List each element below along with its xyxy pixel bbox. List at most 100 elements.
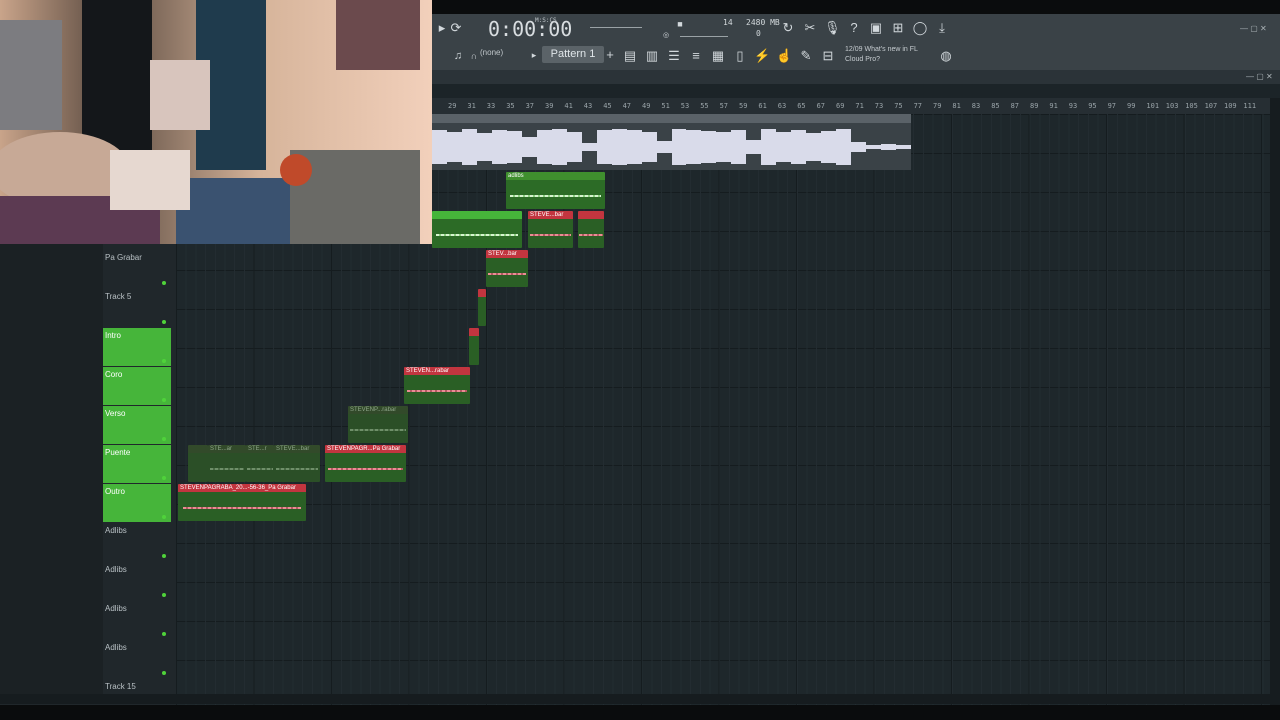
clip-body [188, 453, 208, 482]
ruler-bar-number: 81 [952, 102, 961, 110]
time-display[interactable]: 0:00:00 [488, 17, 572, 41]
ruler-bar-number: 33 [486, 102, 496, 110]
clip-stev-bar[interactable]: STEV...bar [486, 250, 528, 287]
master-volume-slider[interactable] [590, 27, 642, 28]
globe-icon[interactable]: ◍ [938, 48, 954, 64]
track-activity-led[interactable] [162, 554, 166, 558]
plug-icon[interactable]: ⚡ [754, 48, 770, 64]
window-controls[interactable]: — ▢ ✕ [1240, 24, 1267, 33]
track-header[interactable]: Outro [103, 484, 171, 522]
cart-icon[interactable]: ⊟ [820, 48, 836, 64]
clip-waveform [350, 428, 406, 431]
undo-history-icon[interactable]: ↻ [780, 20, 796, 36]
track-activity-led[interactable] [162, 476, 166, 480]
news-ticker[interactable]: 12/09 What's new in FL Cloud Pro? [845, 45, 935, 65]
track-header[interactable]: Adlibs [103, 601, 171, 639]
track-header[interactable]: Pa Grabar [103, 250, 171, 288]
loop-mode-icon[interactable]: ⟳ [448, 20, 464, 36]
clip-stevenp-rabar[interactable]: STEVENP...rabar [348, 406, 408, 443]
master-audio-clip[interactable] [432, 114, 911, 170]
clip-body [325, 453, 406, 482]
track-activity-led[interactable] [162, 437, 166, 441]
playlist-window-controls[interactable]: — ▢ ✕ [1246, 72, 1273, 81]
master-waveform-segment [806, 133, 822, 161]
ruler-bar-number: 53 [680, 102, 690, 110]
save-icon[interactable]: ▣ [868, 20, 884, 36]
clip-body [404, 375, 470, 404]
clip-steven-rabar[interactable]: STEVEN...rabar [404, 367, 470, 404]
cut-tool-icon[interactable]: ✂ [802, 20, 818, 36]
clip-puente-dim-2[interactable]: STE...r [246, 445, 274, 482]
master-waveform-segment [432, 130, 447, 164]
clip-puente-dim-1[interactable]: STE...ar [208, 445, 246, 482]
master-waveform-segment [506, 131, 522, 163]
clip-body [246, 453, 274, 482]
ruler-bar-number: 87 [1010, 102, 1020, 110]
track-activity-led[interactable] [162, 398, 166, 402]
track-header[interactable]: Adlibs [103, 562, 171, 600]
master-waveform-segment [536, 130, 552, 164]
track-header[interactable]: Intro [103, 328, 171, 366]
pattern-selector[interactable]: Pattern 1 [542, 46, 604, 63]
track-activity-led[interactable] [162, 632, 166, 636]
touch-icon[interactable]: ☝ [776, 48, 792, 64]
clip-adlibs[interactable]: adlibs [506, 172, 605, 209]
playlist-overview-strip[interactable] [432, 84, 1280, 98]
feedback-icon[interactable]: ◯ [912, 20, 928, 36]
tempo-tapper-icon[interactable]: ✎ [798, 48, 814, 64]
toolbar-row-transport: ▸ ⟳ 0:00:00 M:S:CS ◎ ■ 14 2480 MB 0 ↻ ✂ … [432, 14, 1280, 42]
track-header[interactable]: Verso [103, 406, 171, 444]
track-name: Adlibs [105, 565, 127, 574]
master-pitch-slider[interactable] [680, 36, 728, 37]
timeline-ruler[interactable]: 29 31 33 35 37 39 41 43 45 47 49 51 53 55 57 59 61 63 65 67… [432, 98, 1270, 115]
ruler-bar-number: 95 [1088, 102, 1097, 110]
clip-waveform [183, 506, 301, 509]
track-activity-led[interactable] [162, 281, 166, 285]
clip-tiny-2[interactable] [469, 328, 479, 365]
microphone-icon[interactable]: 🎙 [824, 20, 841, 36]
clip-steve-bar-small[interactable] [578, 211, 604, 248]
export-icon[interactable]: ⊞ [890, 20, 906, 36]
metronome-icon[interactable]: ♫ [450, 48, 466, 64]
stop-square-icon[interactable]: ■ [672, 16, 688, 32]
clip-body [178, 492, 306, 521]
track-name: Track 15 [105, 682, 136, 691]
channel-rack-icon[interactable]: ☰ [666, 48, 682, 64]
clip-outro[interactable]: STEVENPAGRABA_20...-56-36_Pa Grabar [178, 484, 306, 521]
track-activity-led[interactable] [162, 515, 166, 519]
pattern-dropdown-icon[interactable]: ▸ [526, 47, 542, 63]
ruler-bar-number: 71 [855, 102, 864, 110]
clip-puente-dim-3[interactable]: STEVE...bar [274, 445, 320, 482]
track-activity-led[interactable] [162, 359, 166, 363]
ruler-bar-number: 45 [603, 102, 612, 110]
track-header[interactable]: Adlibs [103, 523, 171, 561]
ruler-bar-number: 107 [1204, 102, 1218, 110]
mixer-icon[interactable]: ≡ [688, 48, 704, 64]
clip-stevenpagr[interactable]: STEVENPAGR...Pa Grabar [325, 445, 406, 482]
playlist-icon[interactable]: ▤ [622, 48, 638, 64]
clip-puente-dim-0[interactable] [188, 445, 208, 482]
track-activity-led[interactable] [162, 593, 166, 597]
clip-tiny-1[interactable] [478, 289, 486, 326]
clip-green-left[interactable] [432, 211, 522, 248]
plugin-icon[interactable]: ▯ [732, 48, 748, 64]
track-activity-led[interactable] [162, 671, 166, 675]
vertical-scrollbar[interactable] [1270, 98, 1280, 705]
track-header[interactable]: Coro [103, 367, 171, 405]
track-header[interactable]: Puente [103, 445, 171, 483]
clip-title: STEVE...bar [528, 211, 573, 219]
browser-icon[interactable]: ▦ [710, 48, 726, 64]
channel-selector[interactable]: (none) [480, 48, 503, 57]
track-header[interactable]: Adlibs [103, 640, 171, 678]
track-name: Coro [105, 370, 123, 379]
track-header[interactable]: Track 5 [103, 289, 171, 327]
clip-steve-bar-1[interactable]: STEVE...bar [528, 211, 573, 248]
track-activity-led[interactable] [162, 320, 166, 324]
download-icon[interactable]: ⤓ [934, 20, 950, 36]
ruler-bar-number: 99 [1127, 102, 1136, 110]
horizontal-scrollbar[interactable] [0, 694, 1270, 704]
piano-roll-icon[interactable]: ▥ [644, 48, 660, 64]
add-pattern-icon[interactable]: + [602, 47, 618, 63]
master-waveform-segment [746, 140, 762, 154]
help-icon[interactable]: ? [846, 20, 862, 36]
